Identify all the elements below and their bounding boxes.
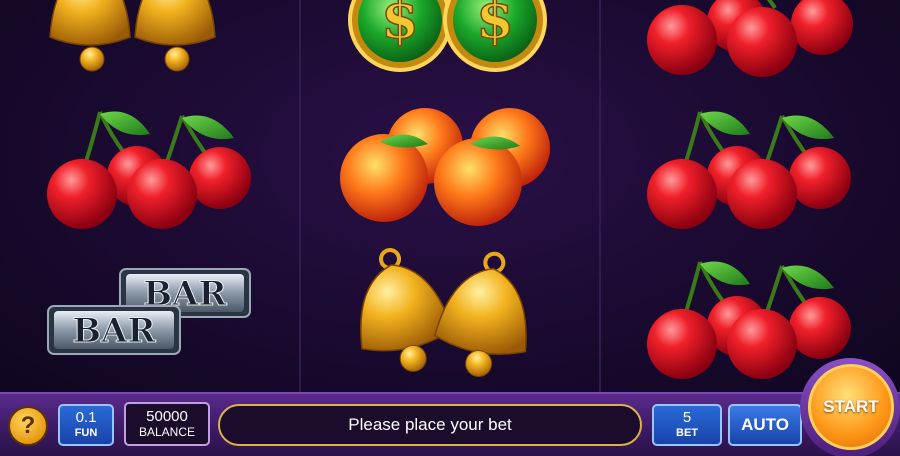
reel-3	[600, 0, 900, 392]
cherry-symbol	[600, 104, 900, 234]
reels-area: BAR BAR $ $	[0, 0, 900, 392]
help-button[interactable]: ?	[8, 406, 48, 446]
auto-button[interactable]: AUTO	[728, 404, 802, 446]
bet-selector[interactable]: 5 BET	[652, 404, 722, 446]
bet-value: 5	[682, 409, 692, 426]
balance-value: 50000	[146, 408, 188, 425]
dollar-sign: $	[381, 0, 419, 51]
denomination-label: FUN	[74, 427, 98, 439]
dollar-coin-symbol: $ $	[300, 0, 600, 78]
status-message: Please place your bet	[218, 404, 642, 446]
denomination-value: 0.1	[75, 409, 97, 426]
bar-symbol: BAR BAR	[0, 262, 300, 392]
balance-display: 50000 BALANCE	[124, 402, 210, 446]
bar-label: BAR	[72, 311, 156, 351]
bell-symbol	[300, 248, 600, 386]
reel-2: $ $	[300, 0, 600, 392]
denomination-selector[interactable]: 0.1 FUN	[58, 404, 114, 446]
balance-label: BALANCE	[138, 425, 196, 439]
cherry-symbol	[600, 0, 900, 82]
peach-symbol	[300, 104, 600, 234]
cherry-symbol	[0, 104, 300, 234]
start-button[interactable]: START	[808, 364, 894, 450]
bell-symbol	[0, 0, 300, 82]
dollar-sign: $	[476, 0, 514, 51]
bet-label: BET	[676, 427, 698, 439]
question-icon: ?	[20, 412, 36, 439]
reel-1: BAR BAR	[0, 0, 300, 392]
